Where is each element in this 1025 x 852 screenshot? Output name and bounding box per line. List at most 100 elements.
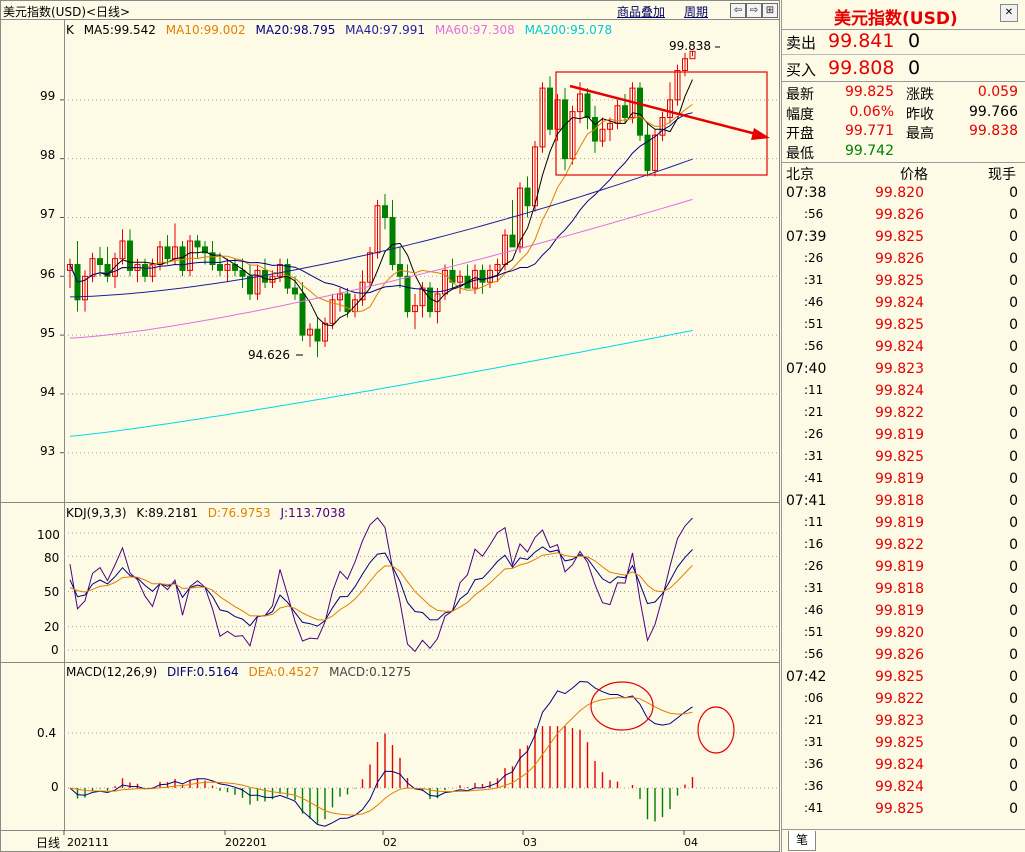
chart-title: 美元指数(USD)<日线> [3,5,131,19]
candle-body [404,275,411,313]
tick-row: 07:39 99.825 0 [782,228,1025,250]
low-annotation: 94.626 [248,348,290,362]
tick-time: :36 [804,757,824,771]
kdj-d: D:76.9753 [207,506,271,520]
overlay-link[interactable]: 商品叠加 [617,3,665,20]
candle-body [479,269,486,283]
x-tick: 202111 [67,836,109,849]
chart-canvas[interactable] [0,0,780,852]
tick-volume: 0 [1009,427,1018,443]
tick-row: :56 99.826 0 [782,206,1025,228]
zoom-button[interactable]: ⊞ [762,3,778,18]
tick-row: :51 99.825 0 [782,316,1025,338]
scroll-left-button[interactable]: ⇦ [730,3,746,18]
tick-row: :21 99.822 0 [782,404,1025,426]
tick-price: 99.822 [875,691,924,707]
tick-volume: 0 [1009,273,1018,289]
tick-price: 99.819 [875,559,924,575]
tick-price: 99.825 [875,317,924,333]
tick-time: :31 [804,273,824,287]
tick-price: 99.825 [875,801,924,817]
ma200-line [69,330,693,437]
tick-price: 99.825 [875,449,924,465]
x-tick: 02 [383,836,397,849]
kdj-axis-label: 0 [51,643,59,657]
candle-body [562,99,568,160]
tick-time: :31 [804,735,824,749]
tick-time: :51 [804,317,824,331]
tick-price: 99.819 [875,471,924,487]
candle-body [299,293,306,336]
tick-volume: 0 [1009,559,1018,575]
period-link[interactable]: 周期 [684,3,708,20]
ma10-line [69,103,693,313]
macd-diff-line [69,680,693,827]
tick-volume: 0 [1009,757,1018,773]
kdj-legend: KDJ(9,3,3) K:89.2181 D:76.9753 J:113.703… [66,506,351,520]
high-annotation: 99.838 [669,39,711,53]
tab-trades[interactable]: 笔 [788,831,816,851]
tick-price: 99.824 [875,295,924,311]
candle-body [247,275,253,295]
tick-row: :36 99.824 0 [782,778,1025,800]
macd-dea: DEA:0.4527 [248,665,320,679]
sell-row: 卖出 99.841 0 [782,30,1025,52]
stat-value: 0.059 [977,84,1018,100]
tick-time: :06 [804,691,824,705]
tick-price: 99.819 [875,515,924,531]
tick-volume: 0 [1009,317,1018,333]
ma20-line [69,112,693,294]
tick-volume: 0 [1009,493,1018,509]
tick-volume: 0 [1009,405,1018,421]
tick-row: :51 99.820 0 [782,624,1025,646]
tick-time: :21 [804,405,824,419]
tick-price: 99.820 [875,185,924,201]
scroll-right-button[interactable]: ⇨ [746,3,762,18]
ma60-line [69,198,693,339]
buy-label: 买入 [786,61,817,79]
tick-volume: 0 [1009,251,1018,267]
kdj-j: J:113.7038 [280,506,346,520]
candle-body [262,269,268,283]
tick-time: :16 [804,537,824,551]
tick-time: :41 [804,471,824,485]
x-tick: 04 [684,836,698,849]
close-icon[interactable]: ✕ [1000,4,1018,22]
tick-volume: 0 [1009,361,1018,377]
tick-price: 99.826 [875,251,924,267]
tick-price: 99.824 [875,383,924,399]
tick-time: :56 [804,207,824,221]
legend-ma10: MA10:99.002 [165,23,246,37]
candle-body [389,216,396,266]
stat-label: 最低 [786,145,814,162]
candle-body [382,205,388,218]
tick-price: 99.824 [875,339,924,355]
tick-volume: 0 [1009,603,1018,619]
price-axis-label: 94 [40,385,56,399]
price-axis-label: 98 [40,148,56,162]
chart-area[interactable]: 美元指数(USD)<日线> 商品叠加 周期 ⇦ ⇨ ⊞ K MA5:99.542… [0,0,780,852]
stat-label: 昨收 [906,106,934,123]
tick-volume: 0 [1009,229,1018,245]
legend-k: K [66,23,74,37]
macd-circle [590,681,654,731]
tick-volume: 0 [1009,449,1018,465]
candle-body [142,264,148,277]
legend-ma5: MA5:99.542 [83,23,156,37]
tick-time: :26 [804,427,824,441]
stat-label: 最新 [786,87,814,103]
tick-row: :31 99.825 0 [782,448,1025,470]
tick-price: 99.825 [875,273,924,289]
tick-volume: 0 [1009,537,1018,553]
tick-list[interactable]: 07:38 99.820 0:56 99.826 0 07:39 99.825 0:26 99.… [782,184,1025,824]
tick-row: 07:41 99.818 0 [782,492,1025,514]
stat-value: 99.742 [845,142,894,159]
tick-volume: 0 [1009,735,1018,751]
stat-label: 涨跌 [906,87,934,103]
tick-price: 99.826 [875,207,924,223]
stat-value: 99.766 [969,103,1018,120]
tick-price: 99.822 [875,537,924,553]
kdj-axis-label: 80 [44,551,60,565]
tick-row: :31 99.825 0 [782,734,1025,756]
candle-body [127,240,133,271]
